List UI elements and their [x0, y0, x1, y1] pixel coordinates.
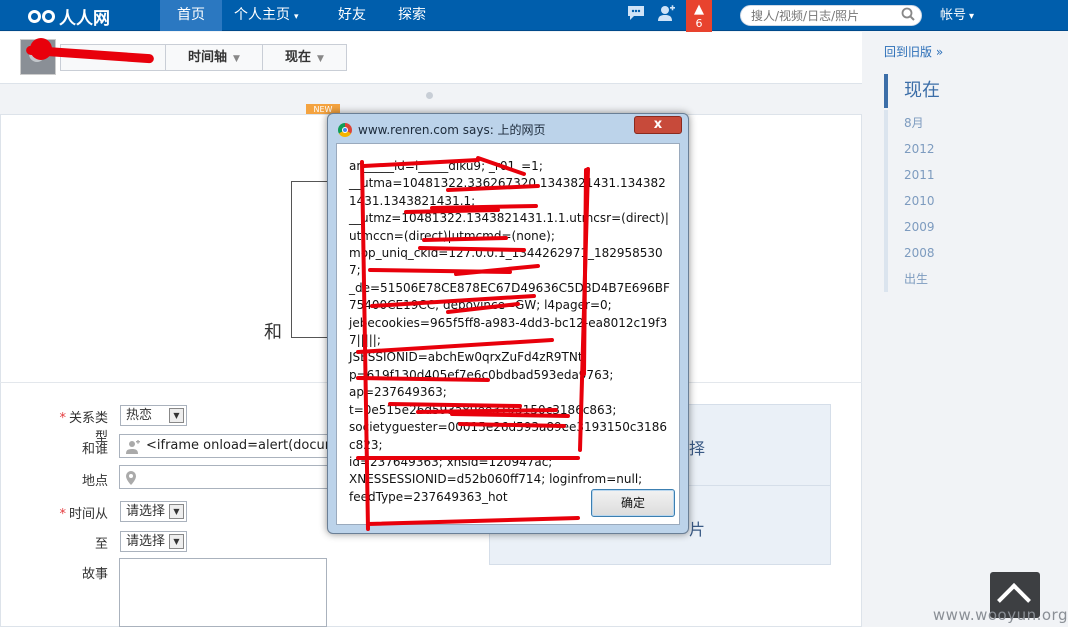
tab-now-label: 现在 — [284, 50, 311, 65]
nav-home[interactable]: 首页 — [160, 0, 222, 31]
timeline-item-birth[interactable]: 出生 — [884, 266, 974, 292]
timeline-item-2008[interactable]: 2008 — [884, 240, 974, 266]
place-input[interactable] — [119, 465, 329, 489]
nav-friends-label: 好友 — [338, 7, 366, 23]
life-event-bracket — [291, 181, 331, 338]
relation-type-select[interactable]: 热恋 ▼ — [120, 405, 187, 426]
dialog-title-bar: www.renren.com says: 上的网页 — [338, 120, 546, 140]
with-whom-label: 和谁 — [81, 442, 108, 457]
dropdown-arrow-icon: ▼ — [316, 54, 324, 64]
dialog-title: www.renren.com says: 上的网页 — [358, 123, 546, 137]
location-pin-icon — [126, 466, 136, 488]
search-box — [740, 5, 922, 26]
timeline-item-2010[interactable]: 2010 — [884, 188, 974, 214]
account-label: 帐号 — [940, 8, 967, 23]
brand-name: 人人网 — [59, 8, 110, 29]
time-from-label: * 时间从 — [48, 503, 108, 522]
nav-explore-label: 探索 — [398, 7, 426, 23]
time-to-select[interactable]: 请选择 ▼ — [120, 531, 187, 552]
panel-text-bottom[interactable]: 片 — [689, 516, 705, 540]
nav-profile[interactable]: 个人主页 ▾ — [234, 0, 299, 31]
panel-text-top[interactable]: 择 — [689, 435, 705, 459]
top-nav-bar: 人人网 首页 个人主页▾ 好友 探索 ▲ 6 帐号▾ — [0, 0, 1068, 42]
chevron-down-icon: ▼ — [169, 534, 184, 549]
timeline-item-now[interactable]: 现在 — [884, 74, 974, 108]
tab-timeline-label: 时间轴 — [188, 50, 228, 65]
tab-timeline[interactable]: 时间轴 ▼ — [165, 45, 262, 70]
cookie-message: an_____id=l_____dlku9; _r01_=1; __utma=1… — [349, 159, 670, 504]
nav-explore[interactable]: 探索 — [398, 0, 426, 31]
time-from-value: 请选择 — [126, 504, 166, 519]
chevron-down-icon: ▾ — [294, 12, 299, 22]
chrome-icon — [338, 123, 352, 137]
timeline-item-august[interactable]: 8月 — [884, 110, 974, 136]
nav-home-label: 首页 — [177, 7, 205, 23]
back-to-old-version-link[interactable]: 回到旧版 » — [884, 43, 943, 60]
chevron-down-icon: ▾ — [969, 11, 975, 22]
nav-friends[interactable]: 好友 — [338, 0, 366, 31]
timeline-item-2012[interactable]: 2012 — [884, 136, 974, 162]
with-whom-value: <iframe onload=alert(document.c — [146, 438, 328, 453]
relation-type-value: 热恋 — [126, 408, 153, 423]
chevron-down-icon: ▼ — [169, 504, 184, 519]
dialog-body: an_____id=l_____dlku9; _r01_=1; __utma=1… — [336, 143, 680, 525]
account-menu[interactable]: 帐号 ▾ — [940, 0, 974, 32]
friend-request-icon[interactable] — [656, 5, 676, 25]
dropdown-arrow-icon: ▼ — [233, 54, 240, 64]
tab-now[interactable]: 现在 ▼ — [261, 45, 346, 70]
with-whom-input[interactable]: <iframe onload=alert(document.c — [119, 434, 329, 458]
time-to-label: 至 — [94, 537, 108, 552]
chat-icon[interactable] — [626, 5, 646, 25]
add-friend-icon — [126, 435, 140, 457]
timeline-dot — [426, 92, 433, 99]
avatar-redaction-scribble — [30, 38, 52, 60]
timeline-item-2011[interactable]: 2011 — [884, 162, 974, 188]
chevron-down-icon: ▼ — [169, 408, 184, 423]
life-event-word: 和 — [264, 322, 282, 343]
required-mark: * — [59, 411, 66, 426]
required-mark: * — [59, 507, 66, 522]
time-from-label-text: 时间从 — [68, 507, 108, 522]
notification-count: 6 — [695, 17, 703, 30]
story-label: 故事 — [81, 567, 108, 582]
alert-dialog: www.renren.com says: 上的网页 x an_____id=l_… — [327, 113, 689, 534]
place-label: 地点 — [81, 474, 108, 489]
timeline-nav: 现在 8月 2012 2011 2010 2009 2008 出生 — [884, 74, 974, 292]
bell-icon: ▲ — [694, 2, 704, 17]
time-to-value: 请选择 — [126, 534, 166, 549]
ok-button[interactable]: 确定 — [591, 489, 675, 517]
nav-profile-label: 个人主页 — [234, 7, 290, 23]
story-textarea[interactable] — [119, 558, 327, 627]
search-icon[interactable] — [901, 7, 915, 25]
renren-logo[interactable]: 人人网 — [28, 3, 110, 29]
watermark: www.wooyun.org — [932, 606, 1068, 624]
logo-mark-icon — [28, 9, 55, 23]
search-input[interactable] — [751, 6, 901, 25]
dialog-close-button[interactable]: x — [634, 116, 682, 134]
time-from-select[interactable]: 请选择 ▼ — [120, 501, 187, 522]
timeline-item-2009[interactable]: 2009 — [884, 214, 974, 240]
